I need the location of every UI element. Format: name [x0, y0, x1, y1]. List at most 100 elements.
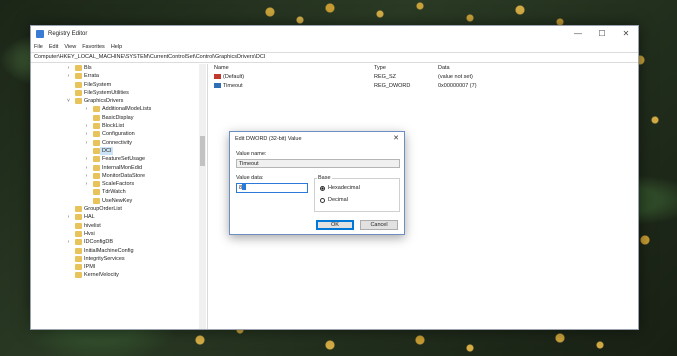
- tree-item-label: TdrWatch: [102, 189, 126, 196]
- tree-item-label: FileSystemUtilities: [84, 89, 129, 96]
- decimal-radio[interactable]: [320, 198, 325, 203]
- tree-item[interactable]: › BlockList: [31, 122, 207, 130]
- tree-item-label: Errata: [84, 73, 99, 80]
- folder-icon: [75, 230, 82, 237]
- chevron-right-icon[interactable]: ›: [66, 213, 71, 221]
- registry-editor-icon: [36, 29, 44, 38]
- address-bar[interactable]: Computer\HKEY_LOCAL_MACHINE\SYSTEM\Curre…: [31, 52, 638, 63]
- folder-icon: [93, 131, 100, 138]
- tree-item-label: UseNewKey: [102, 197, 133, 204]
- tree-item[interactable]: › IDConfigDB: [31, 238, 207, 246]
- folder-icon: [93, 172, 100, 179]
- value-row[interactable]: (Default) REG_SZ (value not set): [211, 73, 638, 82]
- tree-item[interactable]: › FeatureSetUsage: [31, 155, 207, 163]
- folder-icon: [93, 114, 100, 121]
- folder-icon: [75, 98, 82, 105]
- decimal-label[interactable]: Decimal: [328, 197, 348, 203]
- tree-item[interactable]: ˅ GraphicsDrivers: [31, 97, 207, 105]
- value-row[interactable]: Timeout REG_DWORD 0x00000007 (7): [211, 82, 638, 91]
- folder-icon: [75, 247, 82, 254]
- chevron-right-icon[interactable]: ›: [84, 130, 89, 138]
- folder-icon: [75, 255, 82, 262]
- folder-icon: [75, 206, 82, 213]
- tree-item[interactable]: hivelist: [31, 222, 207, 230]
- minimize-button[interactable]: —: [566, 26, 590, 41]
- chevron-right-icon[interactable]: ›: [84, 155, 89, 163]
- key-tree: › Bls › Errata FileSystem FileSystemUtilities…: [31, 64, 208, 329]
- folder-icon: [93, 123, 100, 130]
- tree-item[interactable]: FileSystemUtilities: [31, 89, 207, 97]
- close-button[interactable]: ✕: [614, 26, 638, 41]
- value-name: Timeout: [223, 83, 243, 89]
- tree-item[interactable]: GroupOrderList: [31, 205, 207, 213]
- tree-item[interactable]: › Configuration: [31, 130, 207, 138]
- tree-item[interactable]: InitialMachineConfig: [31, 247, 207, 255]
- tree-item[interactable]: DCI: [31, 146, 207, 156]
- tree-scrollbar-thumb[interactable]: [200, 136, 205, 166]
- folder-icon: [93, 139, 100, 146]
- chevron-right-icon[interactable]: ›: [84, 172, 89, 180]
- menu-file[interactable]: File: [34, 44, 43, 50]
- column-header-type[interactable]: Type: [374, 64, 386, 73]
- ok-button[interactable]: OK: [316, 220, 354, 230]
- folder-icon: [93, 106, 100, 113]
- value-data-input[interactable]: 8: [236, 183, 308, 193]
- maximize-button[interactable]: ☐: [590, 26, 614, 41]
- tree-item[interactable]: IPMI: [31, 263, 207, 271]
- tree-item-label: BlockList: [102, 123, 125, 130]
- folder-icon: [75, 239, 82, 246]
- chevron-right-icon[interactable]: ›: [84, 164, 89, 172]
- chevron-down-icon[interactable]: ˅: [66, 97, 71, 105]
- menu-edit[interactable]: Edit: [49, 44, 58, 50]
- values-header: Name Type Data: [211, 64, 638, 73]
- chevron-right-icon[interactable]: ›: [66, 238, 71, 246]
- tree-item[interactable]: Hvsi: [31, 230, 207, 238]
- tree-item[interactable]: BasicDisplay: [31, 114, 207, 122]
- tree-item-label: GroupOrderList: [84, 206, 122, 213]
- menu-bar: File Edit View Favorites Help: [31, 41, 638, 52]
- tree-item-label: Connectivity: [102, 139, 132, 146]
- tree-item[interactable]: IntegrityServices: [31, 255, 207, 263]
- cancel-button[interactable]: Cancel: [360, 220, 398, 230]
- tree-item[interactable]: FileSystem: [31, 81, 207, 89]
- tree-item[interactable]: › Bls: [31, 64, 207, 72]
- dialog-close-button[interactable]: ✕: [393, 134, 399, 142]
- menu-favorites[interactable]: Favorites: [82, 44, 105, 50]
- hexadecimal-radio[interactable]: [320, 186, 325, 191]
- menu-help[interactable]: Help: [111, 44, 122, 50]
- value-data: (value not set): [438, 74, 473, 80]
- chevron-right-icon[interactable]: ›: [84, 180, 89, 188]
- tree-item-label: ScaleFactors: [102, 181, 135, 188]
- hexadecimal-label[interactable]: Hexadecimal: [328, 185, 360, 191]
- chevron-right-icon[interactable]: ›: [84, 139, 89, 147]
- tree-item[interactable]: › Errata: [31, 72, 207, 80]
- tree-item[interactable]: › Connectivity: [31, 139, 207, 147]
- tree-item[interactable]: › ScaleFactors: [31, 180, 207, 188]
- text-cursor: [242, 184, 247, 190]
- column-header-name[interactable]: Name: [214, 64, 229, 73]
- tree-item-label: hivelist: [84, 222, 101, 229]
- tree-item[interactable]: TdrWatch: [31, 188, 207, 196]
- folder-icon: [75, 222, 82, 229]
- window-title: Registry Editor: [48, 30, 88, 37]
- chevron-right-icon[interactable]: ›: [66, 64, 71, 72]
- chevron-right-icon[interactable]: ›: [84, 122, 89, 130]
- tree-item-label: Configuration: [102, 131, 135, 138]
- tree-scrollbar[interactable]: [199, 64, 206, 329]
- tree-item[interactable]: › HAL: [31, 213, 207, 221]
- tree-item-label: GraphicsDrivers: [84, 98, 124, 105]
- column-header-data[interactable]: Data: [438, 64, 450, 73]
- tree-item[interactable]: › MonitorDataStore: [31, 172, 207, 180]
- value-data-label: Value data:: [236, 175, 264, 181]
- folder-icon: [75, 81, 82, 88]
- tree-item[interactable]: UseNewKey: [31, 197, 207, 205]
- tree-item[interactable]: KernelVelocity: [31, 271, 207, 279]
- menu-view[interactable]: View: [64, 44, 76, 50]
- folder-icon: [93, 189, 100, 196]
- chevron-right-icon[interactable]: ›: [84, 105, 89, 113]
- chevron-right-icon[interactable]: ›: [66, 72, 71, 80]
- tree-item[interactable]: › AdditionalModeLists: [31, 105, 207, 113]
- dialog-title: Edit DWORD (32-bit) Value: [235, 136, 302, 142]
- base-groupbox: [314, 178, 400, 212]
- tree-item[interactable]: › InternalMonEdid: [31, 164, 207, 172]
